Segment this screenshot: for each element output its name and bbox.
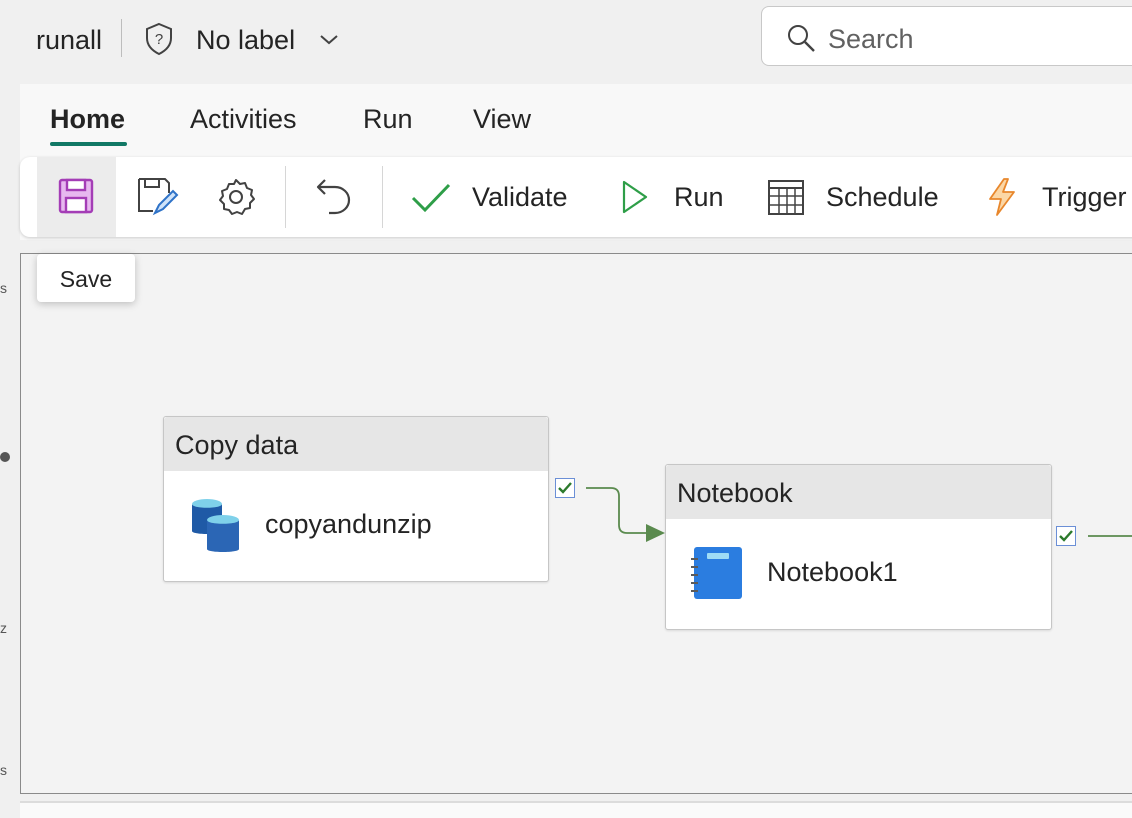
bottom-panel-edge (20, 801, 1132, 818)
check-icon (1059, 530, 1073, 542)
left-panel-glyph: s (0, 762, 7, 778)
trigger-label: Trigger (1042, 182, 1127, 212)
lightning-icon (989, 178, 1015, 216)
gear-icon (219, 179, 255, 215)
database-icon (192, 499, 239, 552)
checkmark-icon (411, 183, 451, 213)
left-panel-glyph: s (0, 280, 7, 296)
search-icon (788, 25, 815, 52)
tab-home[interactable]: Home (50, 102, 125, 136)
settings-button[interactable] (198, 157, 276, 237)
activity-card-header: Notebook (666, 465, 1051, 519)
title-bar: runall ? No label Search (0, 0, 1132, 84)
pipeline-title: runall (36, 25, 103, 55)
run-button[interactable]: Run (610, 157, 740, 237)
activity-card-notebook[interactable]: Notebook Notebook1 (665, 464, 1052, 630)
trigger-button[interactable]: Trigger (980, 157, 1132, 237)
toolbar-divider (382, 166, 383, 228)
save-tooltip: Save (37, 254, 135, 302)
success-output-checkbox[interactable] (1056, 526, 1076, 546)
validate-label: Validate (472, 182, 568, 212)
tab-run[interactable]: Run (363, 102, 413, 136)
toolbar: Validate Run Schedule Trigger (20, 157, 1132, 237)
search-box[interactable]: Search (761, 6, 1132, 66)
calendar-icon (768, 180, 804, 215)
activity-name: copyandunzip (265, 509, 432, 539)
svg-text:?: ? (155, 31, 163, 48)
tab-view[interactable]: View (473, 102, 531, 136)
save-icon (58, 178, 94, 214)
chevron-down-icon[interactable] (318, 30, 340, 48)
sensitivity-label[interactable]: No label (196, 24, 295, 56)
play-icon (622, 180, 648, 214)
undo-icon (316, 179, 351, 215)
active-tab-indicator (50, 142, 127, 146)
activity-type: Copy data (175, 430, 299, 460)
activity-name: Notebook1 (767, 557, 898, 587)
undo-button[interactable] (295, 157, 373, 237)
save-edit-icon (138, 178, 179, 216)
schedule-button[interactable]: Schedule (765, 157, 945, 237)
toolbar-divider (285, 166, 286, 228)
save-as-button[interactable] (118, 157, 196, 237)
success-output-checkbox[interactable] (555, 478, 575, 498)
run-label: Run (674, 182, 724, 212)
activity-card-copy-data[interactable]: Copy data copyandunzip (163, 416, 549, 582)
validate-button[interactable]: Validate (400, 157, 580, 237)
pipeline-canvas[interactable]: Copy data copyandunzip Notebook Notebook… (20, 253, 1132, 794)
schedule-label: Schedule (826, 182, 939, 212)
notebook-icon (691, 547, 742, 599)
tab-activities[interactable]: Activities (190, 102, 297, 136)
activity-card-header: Copy data (164, 417, 548, 471)
activity-type: Notebook (677, 478, 793, 508)
search-input[interactable]: Search (828, 23, 914, 55)
shield-icon[interactable]: ? (144, 22, 174, 56)
check-icon (558, 482, 572, 494)
tooltip-text: Save (59, 266, 113, 292)
left-panel-handle[interactable] (0, 452, 10, 462)
title-divider (121, 19, 122, 57)
save-button[interactable] (37, 157, 116, 237)
left-panel-glyph: z (0, 620, 7, 636)
